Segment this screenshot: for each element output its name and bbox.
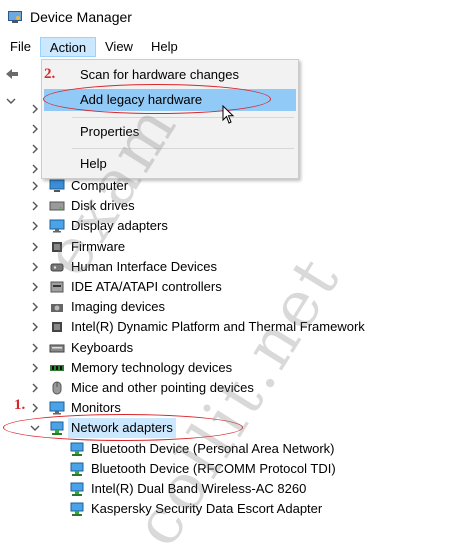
- menu-file[interactable]: File: [4, 37, 37, 57]
- camera-icon: [51, 304, 63, 313]
- tree-category-row[interactable]: Imaging devices: [0, 297, 474, 317]
- chevron-right-icon[interactable]: [30, 343, 40, 353]
- tree-category-label: Memory technology devices: [71, 359, 233, 375]
- menu-view[interactable]: View: [99, 37, 139, 57]
- chevron-right-icon[interactable]: [30, 302, 40, 312]
- network-icon: [70, 482, 84, 496]
- network-adapter-row[interactable]: Kaspersky Security Data Escort Adapter: [0, 499, 474, 519]
- chevron-right-icon[interactable]: [30, 104, 40, 114]
- tree-category-row[interactable]: IDE ATA/ATAPI controllers: [0, 277, 474, 297]
- menu-help[interactable]: Help: [145, 37, 184, 57]
- mouse-icon: [52, 381, 62, 395]
- network-adapter-row[interactable]: Intel(R) Dual Band Wireless-AC 8260: [0, 479, 474, 499]
- back-arrow-icon[interactable]: [4, 66, 20, 82]
- chevron-right-icon[interactable]: [30, 144, 40, 154]
- title-bar: Device Manager: [0, 0, 474, 34]
- memory-icon: [50, 364, 64, 371]
- window-title: Device Manager: [30, 9, 132, 25]
- tree-category-label: Keyboards: [71, 339, 134, 355]
- network-icon: [70, 462, 84, 476]
- chevron-right-icon[interactable]: [30, 221, 40, 231]
- chevron-right-icon[interactable]: [30, 201, 40, 211]
- annotation-step-2: 2.: [44, 66, 56, 82]
- chevron-right-icon[interactable]: [30, 363, 40, 373]
- menu-scan-hardware[interactable]: Scan for hardware changes: [44, 64, 296, 86]
- chevron-right-icon[interactable]: [30, 181, 40, 191]
- tree-category-label: Imaging devices: [71, 299, 165, 315]
- mouse-cursor-icon: [222, 105, 235, 124]
- chevron-right-icon[interactable]: [30, 164, 40, 174]
- menu-separator: [72, 117, 294, 118]
- menu-bar: File Action View Help: [0, 36, 474, 58]
- ide-icon: [50, 281, 64, 293]
- device-manager-icon: [8, 11, 22, 23]
- menu-action[interactable]: Action: [40, 37, 96, 57]
- chevron-right-icon[interactable]: [30, 282, 40, 292]
- network-icon: [70, 502, 84, 517]
- chip-icon: [52, 322, 62, 333]
- chevron-right-icon[interactable]: [30, 403, 40, 413]
- monitor-icon: [49, 401, 65, 415]
- network-icon: [70, 442, 84, 456]
- chevron-right-icon[interactable]: [30, 322, 40, 332]
- computer-icon: [49, 179, 65, 192]
- chevron-right-icon[interactable]: [30, 262, 40, 272]
- keyboard-icon: [49, 344, 65, 353]
- annotation-step-1: 1.: [14, 397, 26, 413]
- chevron-right-icon[interactable]: [30, 383, 40, 393]
- chevron-right-icon[interactable]: [30, 124, 40, 134]
